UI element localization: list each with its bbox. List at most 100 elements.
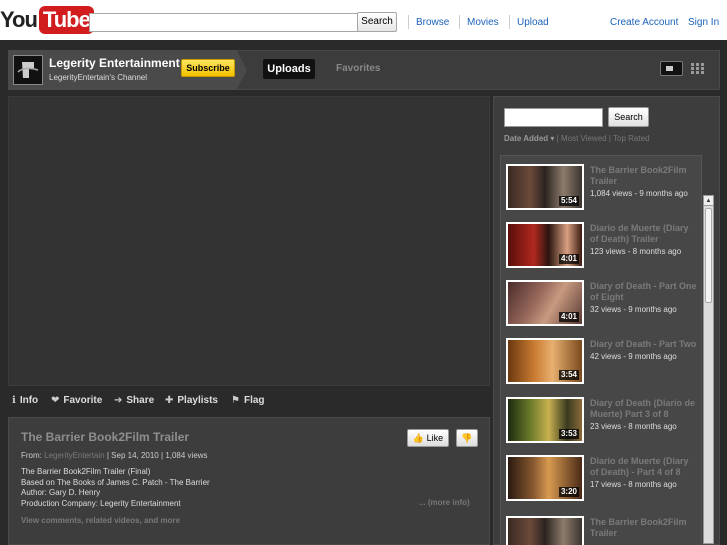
nav-browse[interactable]: Browse <box>416 17 449 28</box>
info-label: Info <box>19 395 39 406</box>
sort-most-viewed[interactable]: Most Viewed <box>561 134 607 143</box>
tab-favorites[interactable]: Favorites <box>336 63 380 74</box>
list-item[interactable]: 3:20 Diario de Muerte (Diary of Death) -… <box>501 447 701 505</box>
item-meta: 123 views - 8 months ago <box>590 247 682 256</box>
channel-avatar[interactable] <box>13 55 43 85</box>
share-label: Share <box>126 395 155 406</box>
player-view-icon[interactable] <box>660 61 683 76</box>
video-thumbnail[interactable]: 5:54 <box>506 164 584 210</box>
item-meta: 23 views - 8 months ago <box>590 422 677 431</box>
duration-badge: 5:54 <box>558 196 579 206</box>
uploads-sidebar: Search Date Added ▾ | Most Viewed | Top … <box>493 96 720 545</box>
nav-divider <box>509 15 510 29</box>
video-info-panel: The Barrier Book2Film Trailer 👍 Like 👎 F… <box>8 417 490 545</box>
logo-you: You <box>0 7 38 32</box>
list-item[interactable]: 3:54 Diary of Death - Part Two 42 views … <box>501 330 701 388</box>
item-title[interactable]: Diary of Death (Diario de Muerte) Part 3… <box>590 398 698 420</box>
uploader-link[interactable]: LegerityEntertain <box>44 451 104 460</box>
item-meta: 1,084 views - 9 months ago <box>590 189 688 198</box>
sign-in-link[interactable]: Sign In <box>688 17 719 28</box>
scroll-up-icon[interactable]: ▲ <box>704 196 713 206</box>
masthead: You Tube Search Browse Movies Upload Cre… <box>0 0 727 40</box>
flag-label: Flag <box>243 395 265 406</box>
duration-badge: 3:54 <box>558 370 579 380</box>
tab-uploads[interactable]: Uploads <box>263 59 315 79</box>
list-scrollbar[interactable]: ▲ <box>703 195 714 544</box>
grid-view-icon[interactable] <box>691 63 707 74</box>
item-meta: 42 views - 9 months ago <box>590 352 677 361</box>
search-button[interactable]: Search <box>357 12 397 32</box>
item-title[interactable]: Diario de Muerte (Diary of Death) Traile… <box>590 223 698 245</box>
list-item[interactable]: 4:01 Diario de Muerte (Diary of Death) T… <box>501 214 701 272</box>
create-account-link[interactable]: Create Account <box>610 17 678 28</box>
video-title: The Barrier Book2Film Trailer <box>21 430 190 444</box>
description-line: Author: Gary D. Henry <box>21 488 101 497</box>
item-title[interactable]: Diary of Death - Part One of Eight <box>590 281 698 303</box>
item-title[interactable]: Diario de Muerte (Diary of Death) - Part… <box>590 456 698 478</box>
plus-icon: ✚ <box>165 395 174 406</box>
share-arrow-icon: ➔ <box>114 395 123 406</box>
like-label: Like <box>426 433 444 443</box>
share-action[interactable]: ➔ Share <box>114 395 154 406</box>
subscribe-button[interactable]: Subscribe <box>181 59 235 77</box>
flag-action[interactable]: ⚑ Flag <box>231 395 265 406</box>
video-thumbnail[interactable] <box>506 516 584 545</box>
channel-search-input[interactable] <box>504 108 603 127</box>
video-player[interactable] <box>8 96 490 386</box>
info-icon: ℹ <box>12 395 16 406</box>
more-info-link[interactable]: ... (more info) <box>419 498 470 507</box>
video-thumbnail[interactable]: 3:53 <box>506 397 584 443</box>
channel-search-button[interactable]: Search <box>608 107 649 127</box>
channel-logo-icon <box>17 62 39 78</box>
list-item[interactable]: 5:54 The Barrier Book2Film Trailer 1,084… <box>501 156 701 214</box>
nav-upload[interactable]: Upload <box>517 17 549 28</box>
duration-badge: 4:01 <box>558 254 579 264</box>
playlists-label: Playlists <box>177 395 218 406</box>
list-item[interactable]: The Barrier Book2Film Trailer <box>501 508 701 545</box>
heart-icon: ❤ <box>51 395 60 406</box>
chevron-down-icon: ▾ <box>550 134 555 143</box>
item-title[interactable]: The Barrier Book2Film Trailer <box>590 165 698 187</box>
playlists-action[interactable]: ✚ Playlists <box>165 395 218 406</box>
video-thumbnail[interactable]: 4:01 <box>506 222 584 268</box>
duration-badge: 4:01 <box>558 312 579 322</box>
scroll-thumb[interactable] <box>705 208 712 303</box>
dislike-button[interactable]: 👎 <box>456 429 478 447</box>
info-action[interactable]: ℹ Info <box>12 395 38 406</box>
video-thumbnail[interactable]: 3:54 <box>506 338 584 384</box>
from-label: From: <box>21 451 42 460</box>
item-title[interactable]: The Barrier Book2Film Trailer <box>590 517 698 539</box>
channel-name[interactable]: Legerity Entertainment <box>49 56 180 70</box>
favorite-action[interactable]: ❤ Favorite <box>51 395 102 406</box>
description-line: The Barrier Book2Film Trailer (Final) <box>21 467 151 476</box>
sort-top-rated[interactable]: Top Rated <box>613 134 649 143</box>
list-item[interactable]: 3:53 Diary of Death (Diario de Muerte) P… <box>501 389 701 447</box>
uploads-list: 5:54 The Barrier Book2Film Trailer 1,084… <box>500 155 702 545</box>
description-line: Production Company: Legerity Entertainme… <box>21 498 181 508</box>
duration-badge: 3:20 <box>558 487 579 497</box>
video-thumbnail[interactable]: 4:01 <box>506 280 584 326</box>
youtube-logo[interactable]: You Tube <box>0 6 94 34</box>
view-count: 1,084 views <box>165 451 208 460</box>
flag-icon: ⚑ <box>231 395 240 406</box>
like-button[interactable]: 👍 Like <box>407 429 449 447</box>
video-byline: From: LegerityEntertain | Sep 14, 2010 |… <box>21 451 208 460</box>
thumbs-down-icon: 👎 <box>461 433 473 443</box>
description-line: Based on The Books of James C. Patch - T… <box>21 477 210 487</box>
list-item[interactable]: 4:01 Diary of Death - Part One of Eight … <box>501 272 701 330</box>
channel-header: Legerity Entertainment LegerityEntertain… <box>8 50 720 90</box>
item-title[interactable]: Diary of Death - Part Two <box>590 339 698 350</box>
sort-separator: | <box>556 134 559 143</box>
favorite-label: Favorite <box>63 395 103 406</box>
nav-divider <box>459 15 460 29</box>
nav-movies[interactable]: Movies <box>467 17 499 28</box>
search-input[interactable] <box>89 13 359 32</box>
sort-separator: | <box>608 134 611 143</box>
logo-tube: Tube <box>38 6 94 34</box>
thumbs-up-icon: 👍 <box>412 433 425 443</box>
sort-options: Date Added ▾ | Most Viewed | Top Rated <box>504 134 649 143</box>
sort-date-added[interactable]: Date Added <box>504 134 548 143</box>
video-thumbnail[interactable]: 3:20 <box>506 455 584 501</box>
item-meta: 17 views - 8 months ago <box>590 480 677 489</box>
view-comments-link[interactable]: View comments, related videos, and more <box>21 516 180 525</box>
